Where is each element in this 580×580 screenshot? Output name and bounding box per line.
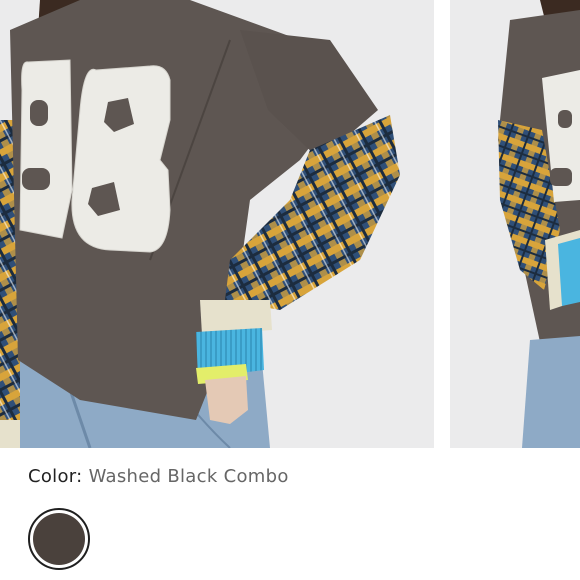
model-front-photo [0,0,434,448]
color-swatch-washed-black-combo[interactable] [28,508,90,570]
product-photo-side[interactable] [450,0,580,448]
selected-color-name: Washed Black Combo [88,466,289,487]
swatch-fill [33,513,85,565]
product-page: Color: Washed Black Combo [0,0,580,580]
model-side-photo [450,0,580,448]
product-photo-front[interactable] [0,0,434,448]
color-label: Color: [28,466,89,487]
color-selection-label: Color: Washed Black Combo [28,466,289,487]
product-image-gallery[interactable] [0,0,580,448]
